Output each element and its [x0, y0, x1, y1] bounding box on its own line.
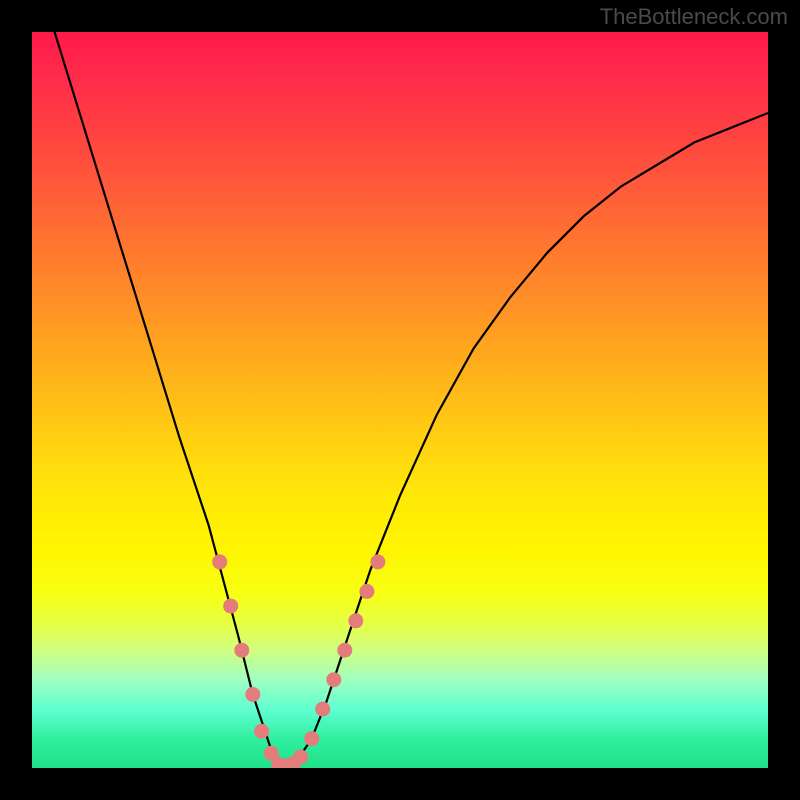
data-marker [212, 554, 227, 569]
data-marker [254, 724, 269, 739]
data-marker [359, 584, 374, 599]
curve-layer [32, 32, 768, 768]
data-marker [304, 731, 319, 746]
data-marker [223, 599, 238, 614]
data-marker [234, 643, 249, 658]
chart-frame: TheBottleneck.com [0, 0, 800, 800]
curve-right-segment [282, 113, 768, 768]
data-marker [348, 613, 363, 628]
data-marker [370, 554, 385, 569]
data-markers-group [212, 554, 385, 768]
data-marker [245, 687, 260, 702]
data-marker [315, 702, 330, 717]
data-marker [337, 643, 352, 658]
plot-area [32, 32, 768, 768]
curve-left-segment [32, 32, 282, 768]
watermark-text: TheBottleneck.com [600, 4, 788, 30]
data-marker [293, 750, 308, 765]
data-marker [326, 672, 341, 687]
